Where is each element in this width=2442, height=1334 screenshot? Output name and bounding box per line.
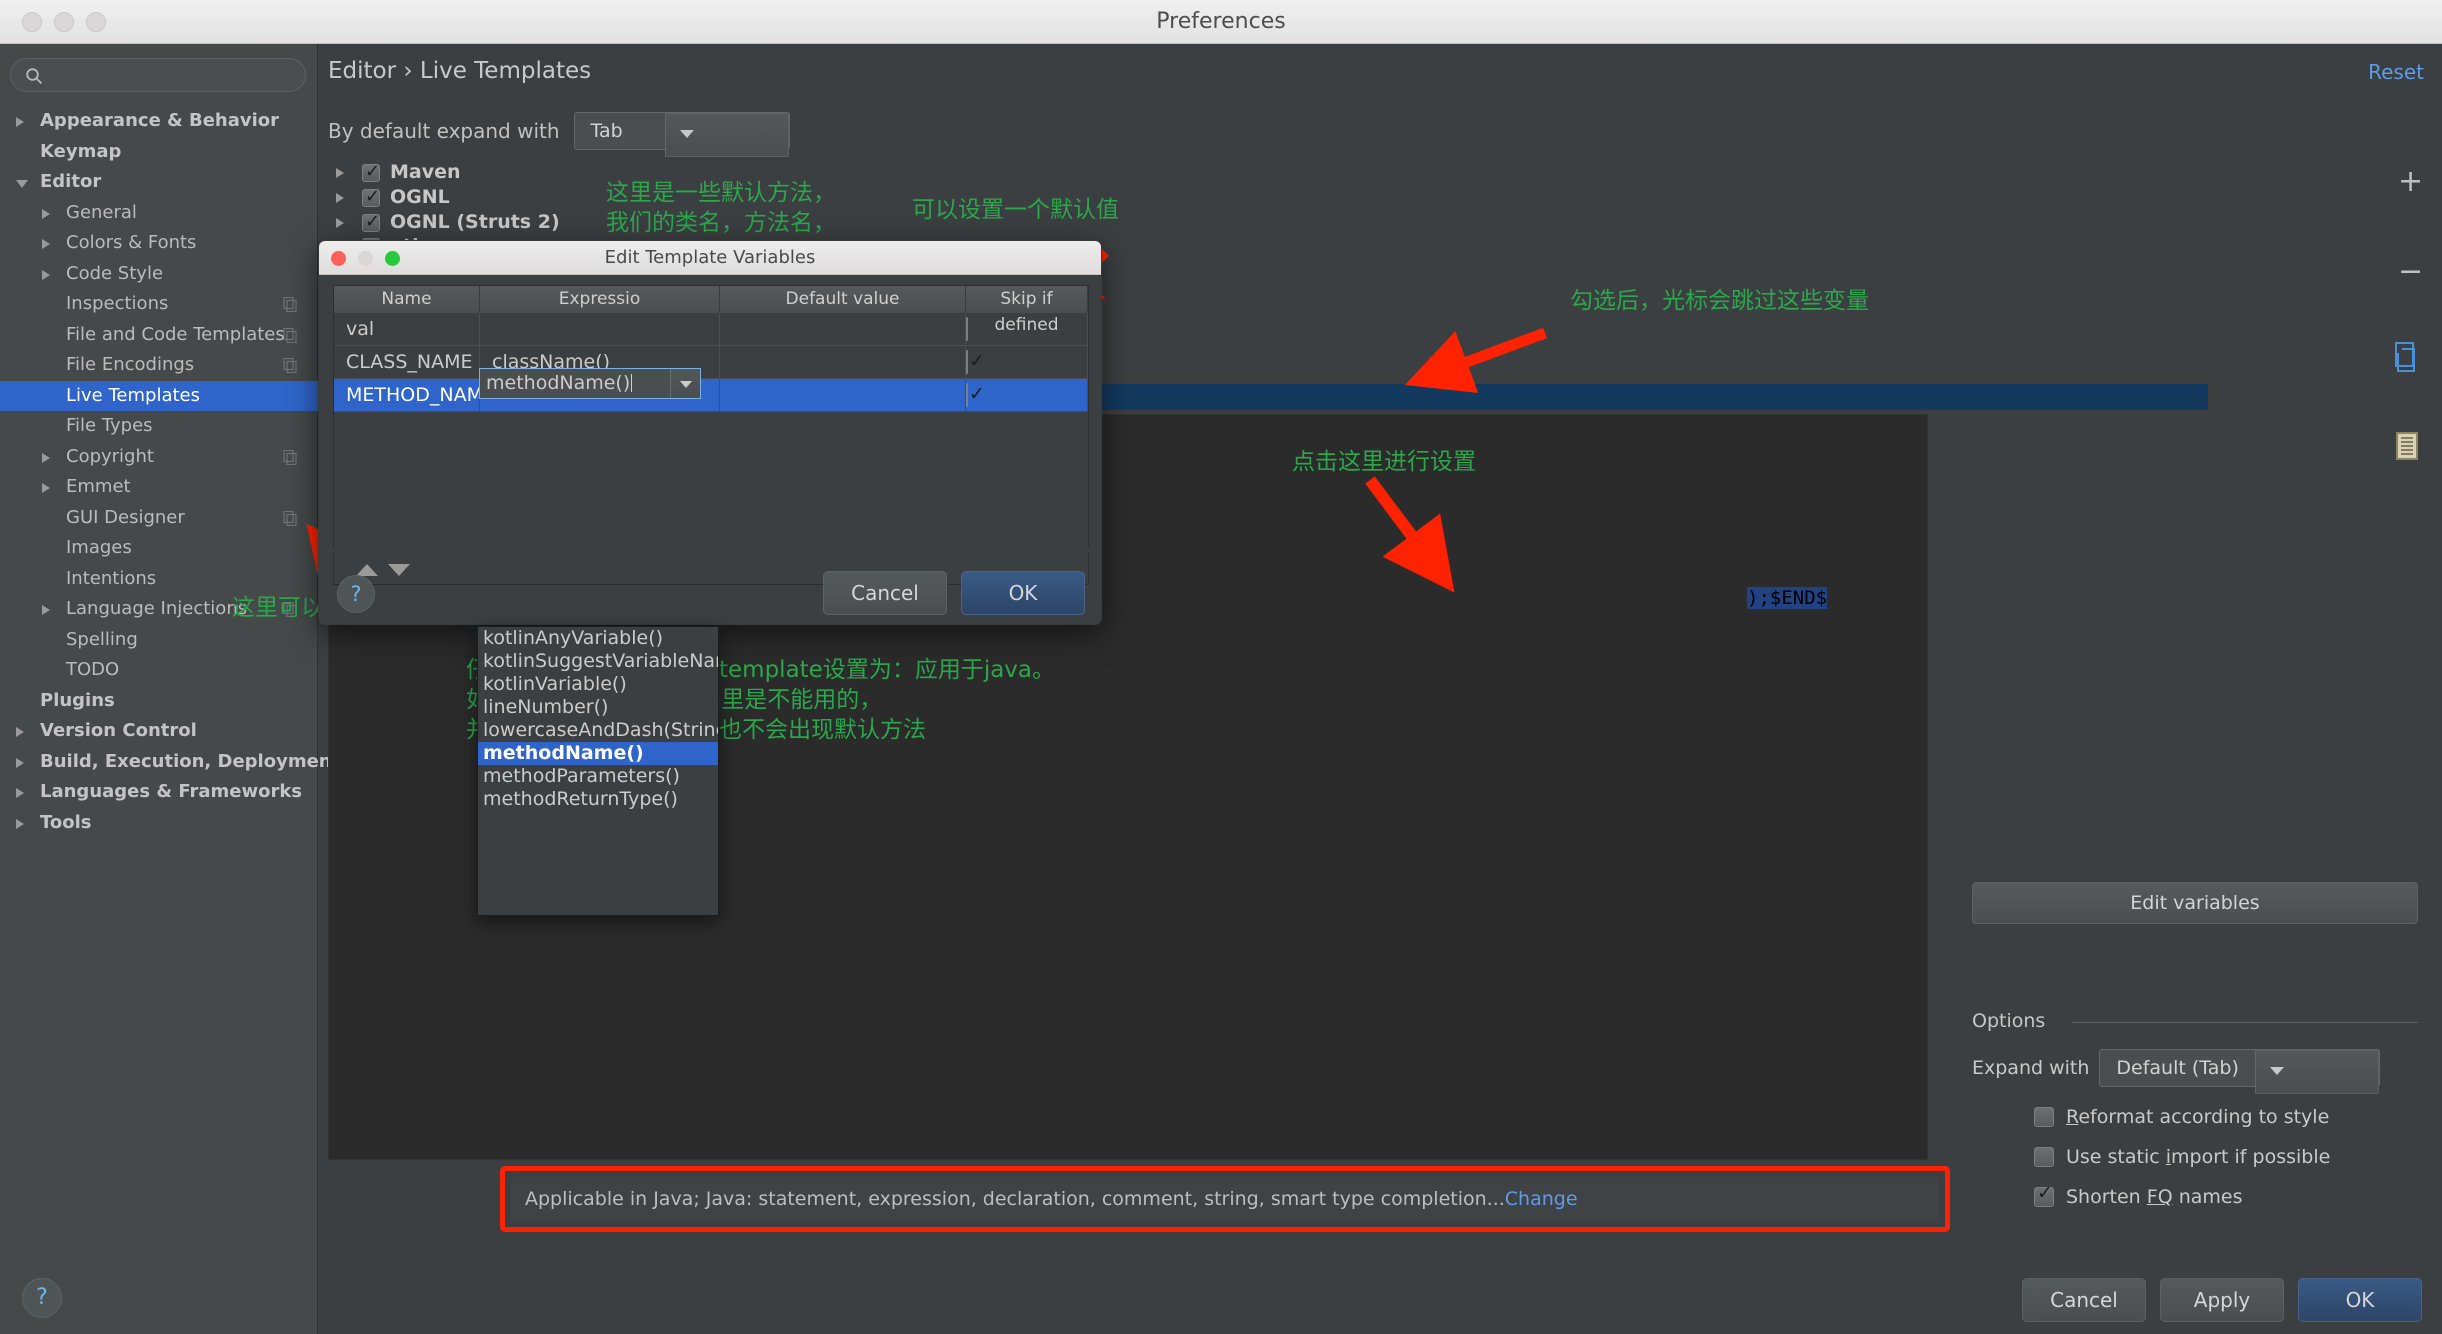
cell-default-value[interactable] xyxy=(720,379,966,411)
checkbox-icon[interactable] xyxy=(966,350,968,374)
modal-maximize-icon[interactable] xyxy=(385,251,400,266)
table-row[interactable]: METHOD_NAME xyxy=(334,379,1088,412)
modal-window-controls[interactable] xyxy=(331,251,400,266)
table-row[interactable]: val xyxy=(334,313,1088,346)
cell-name[interactable]: val xyxy=(334,313,480,345)
dropdown-item[interactable]: methodReturnType() xyxy=(478,788,718,811)
dropdown-item[interactable]: methodParameters() xyxy=(478,765,718,788)
modal-help-button[interactable]: ? xyxy=(337,575,375,613)
variables-table: Name Expressio Default value Skip if def… xyxy=(333,285,1089,551)
cell-default-value[interactable] xyxy=(720,346,966,378)
column-header-default-value[interactable]: Default value xyxy=(720,286,966,313)
expression-dropdown-list[interactable]: kotlinAnyVariable() kotlinSuggestVariable… xyxy=(477,626,719,916)
preferences-window: Preferences Appearance & Behavior Keymap E… xyxy=(0,0,2442,1334)
variables-table-body: valCLASS_NAMEclassName()METHOD_NAME xyxy=(334,313,1088,412)
checkbox-icon[interactable] xyxy=(966,383,968,407)
column-header-name[interactable]: Name xyxy=(334,286,480,313)
annotation-arrows xyxy=(306,248,1547,596)
modal-cancel-button[interactable]: Cancel xyxy=(823,571,947,615)
cell-expression[interactable] xyxy=(480,313,720,345)
modal-minimize-icon[interactable] xyxy=(358,251,373,266)
cell-skip-if-defined[interactable] xyxy=(966,379,1088,411)
chevron-down-icon[interactable] xyxy=(670,369,700,398)
expression-editor-combo[interactable]: methodName() xyxy=(479,368,701,399)
dropdown-item[interactable]: lineNumber() xyxy=(478,696,718,719)
column-header-expression[interactable]: Expressio xyxy=(480,286,720,313)
dropdown-item[interactable]: kotlinAnyVariable() xyxy=(478,627,718,650)
modal-titlebar: Edit Template Variables xyxy=(319,241,1101,275)
modal-title: Edit Template Variables xyxy=(604,247,816,268)
dropdown-item[interactable]: kotlinVariable() xyxy=(478,673,718,696)
variables-table-header: Name Expressio Default value Skip if def… xyxy=(334,286,1088,335)
table-row[interactable]: CLASS_NAME className() xyxy=(334,346,1088,379)
variables-table-empty-space xyxy=(334,412,1088,551)
expression-editor-value[interactable]: methodName() xyxy=(480,369,670,398)
cell-name[interactable]: METHOD_NAME xyxy=(334,379,480,411)
arrow-to-skip-if-defined xyxy=(1404,327,1547,393)
dropdown-item[interactable]: methodName() xyxy=(478,742,718,765)
cell-default-value[interactable] xyxy=(720,313,966,345)
dropdown-item[interactable]: lowercaseAndDash(String) xyxy=(478,719,718,742)
checkbox-icon[interactable] xyxy=(966,317,968,341)
modal-close-icon[interactable] xyxy=(331,251,346,266)
move-up-icon[interactable] xyxy=(356,564,378,576)
cell-name[interactable]: CLASS_NAME xyxy=(334,346,480,378)
move-down-icon[interactable] xyxy=(388,564,410,576)
cell-skip-if-defined[interactable] xyxy=(966,313,1088,345)
modal-footer-buttons: Cancel OK xyxy=(823,571,1085,615)
column-header-skip-if-defined[interactable]: Skip if defined xyxy=(966,286,1088,335)
modal-ok-button[interactable]: OK xyxy=(961,571,1085,615)
arrow-to-edit-variables xyxy=(1365,476,1455,593)
cell-skip-if-defined[interactable] xyxy=(966,346,1088,378)
dropdown-item[interactable]: kotlinSuggestVariableName xyxy=(478,650,718,673)
edit-template-variables-dialog: Edit Template Variables Name Expressio D… xyxy=(318,240,1102,625)
